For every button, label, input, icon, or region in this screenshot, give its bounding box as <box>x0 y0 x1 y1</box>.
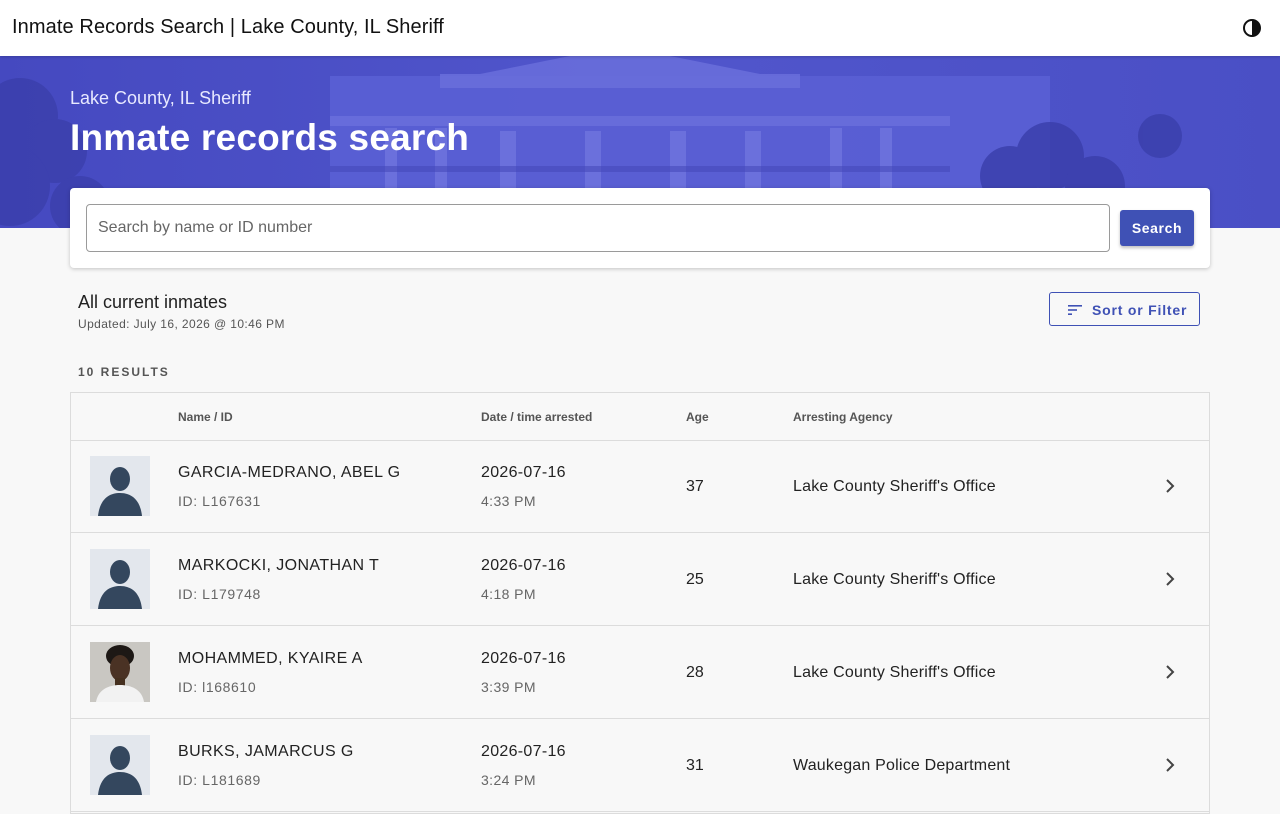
table-row[interactable]: GARCIA-MEDRANO, ABEL G ID: L167631 2026-… <box>71 440 1209 533</box>
inmate-name: GARCIA-MEDRANO, ABEL G <box>178 464 401 481</box>
inmate-name: MARKOCKI, JONATHAN T <box>178 557 380 574</box>
inmate-age: 37 <box>686 478 704 495</box>
inmate-name: BURKS, JAMARCUS G <box>178 743 354 760</box>
person-silhouette-icon <box>90 735 150 795</box>
arresting-agency: Lake County Sheriff's Office <box>793 571 996 588</box>
header-age: Age <box>686 410 709 424</box>
sort-filter-label: Sort or Filter <box>1092 302 1188 318</box>
inmate-id: ID: l168610 <box>178 679 257 695</box>
arresting-agency: Waukegan Police Department <box>793 757 1011 774</box>
avatar <box>90 642 150 702</box>
chevron-right-icon[interactable] <box>1160 569 1180 589</box>
updated-timestamp: Updated: July 16, 2026 @ 10:46 PM <box>78 317 285 331</box>
chevron-right-icon[interactable] <box>1160 755 1180 775</box>
hero-subtitle: Lake County, IL Sheriff <box>70 88 251 108</box>
results-count: 10 RESULTS <box>78 365 170 379</box>
inmate-id: ID: L167631 <box>178 493 261 509</box>
inmate-name: MOHAMMED, KYAIRE A <box>178 650 363 667</box>
header-date-time: Date / time arrested <box>481 410 593 424</box>
avatar <box>90 456 150 516</box>
avatar <box>90 735 150 795</box>
table-row[interactable]: MOHAMMED, KYAIRE A ID: l168610 2026-07-1… <box>71 626 1209 719</box>
arrest-time: 4:18 PM <box>481 586 536 602</box>
chevron-right-icon[interactable] <box>1160 662 1180 682</box>
inmate-age: 28 <box>686 664 704 681</box>
inmate-id: ID: L181689 <box>178 772 261 788</box>
search-input[interactable] <box>86 204 1110 252</box>
arrest-time: 3:24 PM <box>481 772 536 788</box>
arrest-date: 2026-07-16 <box>481 557 566 574</box>
chevron-right-icon[interactable] <box>1160 476 1180 496</box>
hero-title: Inmate records search <box>70 117 470 158</box>
inmate-id: ID: L179748 <box>178 586 261 602</box>
arrest-date: 2026-07-16 <box>481 743 566 760</box>
table-row[interactable]: MARKOCKI, JONATHAN T ID: L179748 2026-07… <box>71 533 1209 626</box>
search-button[interactable]: Search <box>1120 210 1194 246</box>
sort-lines-icon <box>1068 305 1082 315</box>
mugshot-photo <box>90 642 150 702</box>
arresting-agency: Lake County Sheriff's Office <box>793 664 996 681</box>
arrest-date: 2026-07-16 <box>481 650 566 667</box>
top-app-bar: Inmate Records Search | Lake County, IL … <box>0 0 1280 56</box>
list-title: All current inmates <box>78 292 228 312</box>
arrest-time: 4:33 PM <box>481 493 536 509</box>
avatar <box>90 549 150 609</box>
table-header: Name / ID Date / time arrested Age Arres… <box>71 393 1209 441</box>
inmates-table: Name / ID Date / time arrested Age Arres… <box>70 392 1210 814</box>
table-row[interactable]: BURKS, JAMARCUS G ID: L181689 2026-07-16… <box>71 719 1209 812</box>
arrest-time: 3:39 PM <box>481 679 536 695</box>
person-silhouette-icon <box>90 549 150 609</box>
header-agency: Arresting Agency <box>793 410 893 424</box>
person-silhouette-icon <box>90 456 150 516</box>
arrest-date: 2026-07-16 <box>481 464 566 481</box>
sort-filter-button[interactable]: Sort or Filter <box>1049 292 1200 326</box>
half-moon-icon[interactable] <box>1240 16 1264 40</box>
search-card: Search <box>70 188 1210 268</box>
inmate-age: 25 <box>686 571 704 588</box>
inmate-age: 31 <box>686 757 704 774</box>
arresting-agency: Lake County Sheriff's Office <box>793 478 996 495</box>
page-title: Inmate Records Search | Lake County, IL … <box>12 16 444 38</box>
header-name-id: Name / ID <box>178 410 233 424</box>
